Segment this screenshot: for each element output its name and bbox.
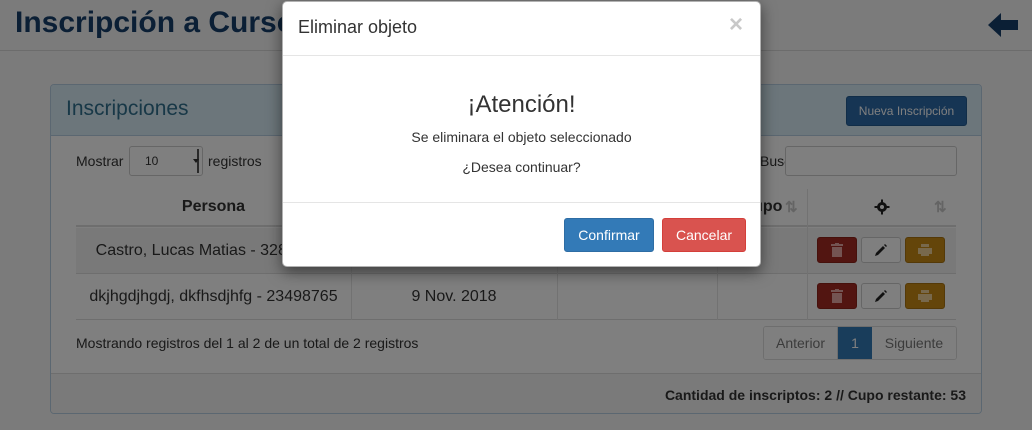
modal-title: Eliminar objeto bbox=[298, 17, 418, 37]
modal-header: Eliminar objeto × bbox=[283, 2, 760, 56]
modal-message: Se eliminara el objeto seleccionado bbox=[411, 129, 632, 145]
modal-body: ¡Atención! Se eliminara el objeto selecc… bbox=[283, 56, 760, 203]
modal-heading: ¡Atención! bbox=[467, 91, 576, 118]
confirm-button[interactable]: Confirmar bbox=[564, 218, 654, 252]
cancel-button[interactable]: Cancelar bbox=[662, 218, 746, 252]
close-icon[interactable]: × bbox=[729, 13, 743, 37]
modal-question: ¿Desea continuar? bbox=[462, 159, 581, 175]
delete-confirm-modal: Eliminar objeto × ¡Atención! Se eliminar… bbox=[282, 1, 761, 267]
